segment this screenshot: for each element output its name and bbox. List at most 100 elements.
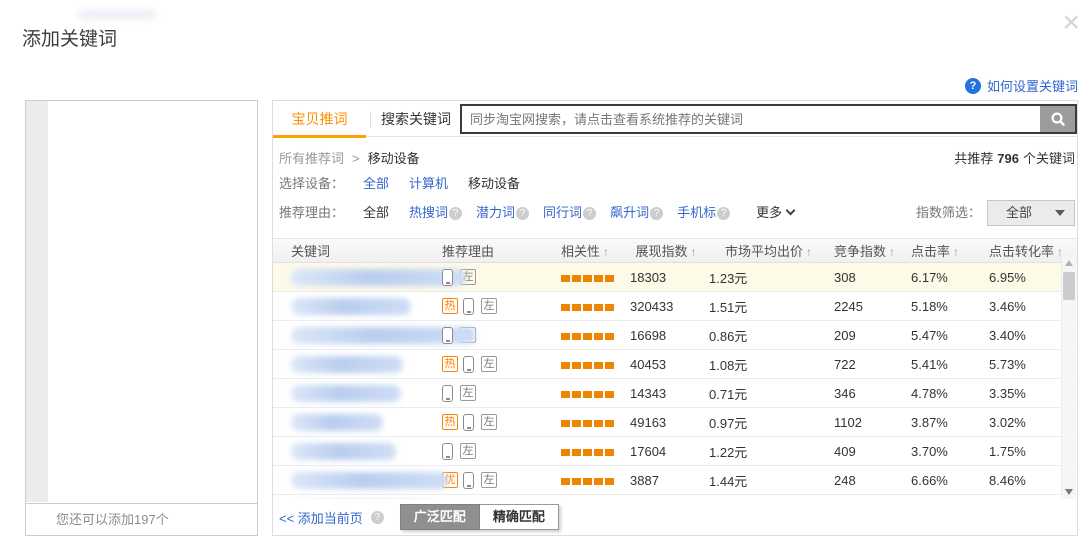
sort-asc-icon: ↑	[691, 245, 697, 259]
cell-competition: 722	[831, 357, 906, 372]
filter-area: 所有推荐词 > 移动设备 共推荐796个关键词 选择设备： 全部 计算机 移动设…	[273, 137, 1077, 226]
cell-avg-price: 0.86元	[706, 326, 831, 345]
cell-ctr: 6.17%	[906, 270, 986, 285]
index-filter-label: 指数筛选：	[916, 204, 981, 222]
reason-option-potential[interactable]: 潜力词?	[476, 204, 529, 222]
tab-search-keywords[interactable]: 搜索关键词	[371, 101, 461, 137]
cell-impressions: 17604	[626, 444, 706, 459]
cell-impressions: 18303	[626, 270, 706, 285]
cell-impressions: 3887	[626, 473, 706, 488]
table-row[interactable]: 优左 3887 1.44元 248 6.66% 8.46%	[273, 466, 1077, 495]
tabs-row: 宝贝推词 搜索关键词	[273, 101, 1077, 137]
cell-impressions: 40453	[626, 357, 706, 372]
breadcrumb-current: 移动设备	[368, 150, 420, 168]
col-header-reason: 推荐理由	[438, 241, 556, 260]
reason-option-hot-search[interactable]: 热搜词?	[409, 204, 462, 222]
keyword-redacted	[291, 472, 448, 489]
remaining-quota-text: 您还可以添加197个	[26, 503, 257, 535]
reason-option-mobile-tag[interactable]: 手机标?	[677, 204, 730, 222]
left-badge: 左	[460, 443, 476, 459]
reason-option-rising[interactable]: 飙升词?	[610, 204, 663, 222]
index-filter-dropdown[interactable]: 全部	[987, 200, 1075, 226]
cell-competition: 209	[831, 328, 906, 343]
qmark-icon: ?	[583, 207, 596, 220]
more-filters-link[interactable]: 更多	[756, 204, 794, 222]
cell-ctr: 3.87%	[906, 415, 986, 430]
qmark-icon[interactable]: ?	[371, 511, 384, 524]
reason-option-peer[interactable]: 同行词?	[543, 204, 596, 222]
keyword-redacted	[291, 414, 383, 431]
cell-ctr: 4.78%	[906, 386, 986, 401]
cell-avg-price: 1.51元	[706, 297, 831, 316]
cell-avg-price: 1.23元	[706, 268, 831, 287]
total-keywords-text: 共推荐796个关键词	[954, 150, 1075, 168]
sort-asc-icon: ↑	[953, 245, 959, 259]
cell-ctr: 5.41%	[906, 357, 986, 372]
sort-asc-icon: ↑	[889, 245, 895, 259]
phone-icon	[442, 327, 453, 344]
device-option-computer[interactable]: 计算机	[409, 175, 448, 193]
table-body: 左 18303 1.23元 308 6.17% 6.95% 热左 320433 …	[273, 263, 1077, 509]
reason-badges: 左	[438, 384, 556, 401]
scroll-down-icon[interactable]	[1065, 489, 1073, 495]
help-question-icon: ?	[965, 78, 981, 94]
breadcrumb-separator: >	[352, 150, 360, 168]
cell-competition: 308	[831, 270, 906, 285]
cell-avg-price: 0.97元	[706, 413, 831, 432]
sort-asc-icon: ↑	[603, 245, 609, 259]
table-header: 关键词 推荐理由 相关性↑ 展现指数↑ 市场平均出价↑ 竞争指数↑ 点击率↑ 点…	[273, 238, 1077, 263]
keyword-redacted	[291, 298, 411, 315]
cell-impressions: 320433	[626, 299, 706, 314]
col-header-relevance[interactable]: 相关性↑	[556, 241, 626, 260]
cell-competition: 409	[831, 444, 906, 459]
exact-match-button[interactable]: 精确匹配	[480, 504, 559, 530]
col-header-keyword: 关键词	[273, 241, 438, 260]
relevance-bar	[561, 473, 616, 488]
phone-icon	[442, 269, 453, 286]
table-row[interactable]: 左 14343 0.71元 346 4.78% 3.35%	[273, 379, 1077, 408]
device-option-mobile[interactable]: 移动设备	[468, 175, 520, 193]
scrollbar-thumb[interactable]	[1063, 272, 1075, 300]
col-header-impressions[interactable]: 展现指数↑	[626, 241, 706, 260]
relevance-bar	[561, 299, 616, 314]
relevance-bar	[561, 357, 616, 372]
table-row[interactable]: 左 18303 1.23元 308 6.17% 6.95%	[273, 263, 1077, 292]
table-row[interactable]: 热左 40453 1.08元 722 5.41% 5.73%	[273, 350, 1077, 379]
tab-item-recommend[interactable]: 宝贝推词	[273, 101, 366, 137]
table-scrollbar[interactable]	[1061, 256, 1076, 499]
relevance-bar	[561, 415, 616, 430]
keyword-recommendation-panel: 宝贝推词 搜索关键词 所有推荐词 > 移动设备 共推荐796个关键词 选择设备	[272, 100, 1078, 536]
cell-ctr: 5.18%	[906, 299, 986, 314]
table-row[interactable]: 左 16698 0.86元 209 5.47% 3.40%	[273, 321, 1077, 350]
reason-badges: 热左	[438, 355, 556, 372]
keyword-search-input[interactable]	[462, 106, 1040, 132]
col-header-ctr[interactable]: 点击率↑	[906, 241, 986, 260]
breadcrumb-all-words[interactable]: 所有推荐词	[279, 150, 344, 168]
device-option-all[interactable]: 全部	[363, 175, 389, 193]
col-header-competition[interactable]: 竞争指数↑	[831, 241, 906, 260]
table-row[interactable]: 左 17604 1.22元 409 3.70% 1.75%	[273, 437, 1077, 466]
add-current-page-link[interactable]: << 添加当前页	[279, 508, 363, 527]
keyword-redacted	[291, 269, 466, 286]
how-to-set-keywords-link[interactable]: 如何设置关键词	[987, 76, 1078, 95]
search-button[interactable]	[1040, 106, 1075, 132]
cell-avg-price: 1.44元	[706, 471, 831, 490]
sort-asc-icon: ↑	[806, 245, 812, 259]
reason-option-all[interactable]: 全部	[363, 204, 389, 222]
keyword-redacted	[291, 385, 401, 402]
scroll-up-icon[interactable]	[1065, 260, 1073, 266]
total-keywords-count: 796	[997, 151, 1019, 166]
phone-icon	[463, 414, 474, 431]
close-icon[interactable]: ×	[1062, 8, 1080, 38]
left-badge: 左	[481, 356, 497, 372]
reason-badges: 热左	[438, 413, 556, 430]
cell-avg-price: 0.71元	[706, 384, 831, 403]
col-header-avg-price[interactable]: 市场平均出价↑	[706, 241, 831, 260]
reason-badges: 优左	[438, 471, 556, 488]
cell-competition: 248	[831, 473, 906, 488]
broad-match-button[interactable]: 广泛匹配	[400, 504, 480, 530]
cell-competition: 2245	[831, 299, 906, 314]
table-row[interactable]: 热左 320433 1.51元 2245 5.18% 3.46%	[273, 292, 1077, 321]
table-row[interactable]: 热左 49163 0.97元 1102 3.87% 3.02%	[273, 408, 1077, 437]
hot-badge: 热	[442, 414, 458, 430]
